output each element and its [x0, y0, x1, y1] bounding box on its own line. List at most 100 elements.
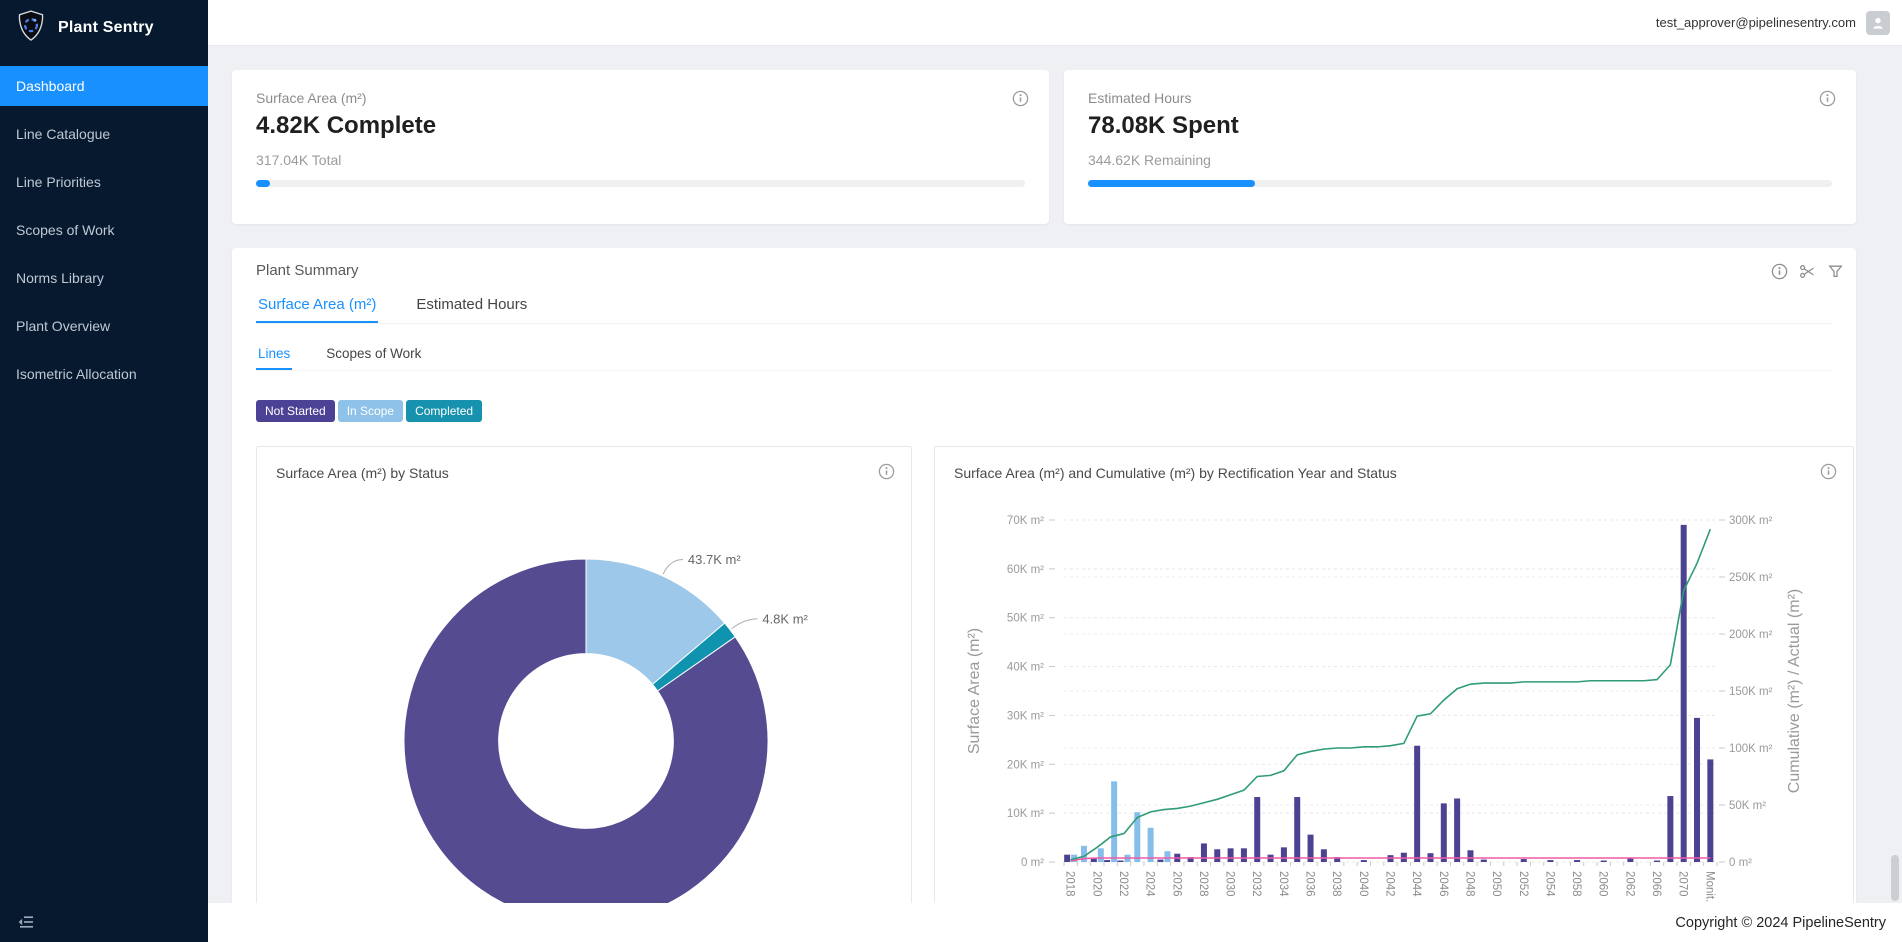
vertical-scrollbar[interactable] [1891, 855, 1899, 901]
sidebar-item-dashboard[interactable]: Dashboard [0, 66, 208, 106]
shield-icon [14, 8, 48, 49]
svg-text:2026: 2026 [1170, 871, 1182, 897]
page-footer: Copyright © 2024 PipelineSentry [208, 903, 1902, 942]
user-avatar-icon[interactable] [1866, 11, 1890, 35]
status-legend: Not Started In Scope Completed [256, 400, 482, 422]
svg-text:43.7K m²: 43.7K m² [688, 552, 741, 567]
svg-text:150K m²: 150K m² [1729, 686, 1773, 698]
progress-fill [256, 180, 270, 187]
sidebar-item-plant-overview[interactable]: Plant Overview [0, 306, 208, 346]
svg-text:2070: 2070 [1677, 871, 1689, 897]
card-subtext: 344.62K Remaining [1088, 152, 1211, 168]
combo-chart-card: Surface Area (m²) and Cumulative (m²) by… [934, 446, 1854, 903]
status-chip-completed[interactable]: Completed [406, 400, 482, 422]
svg-text:2038: 2038 [1330, 871, 1342, 897]
surface-area-cumulative-combo-chart[interactable]: 0 m² 10K m² 20K m² 30K m² 40K m² 50K m² 60K m²… [935, 447, 1853, 903]
scissors-icon[interactable] [1799, 263, 1816, 280]
svg-text:2062: 2062 [1623, 871, 1635, 897]
svg-text:0 m²: 0 m² [1021, 857, 1044, 869]
svg-text:2018: 2018 [1064, 871, 1076, 897]
chart-title: Surface Area (m²) and Cumulative (m²) by… [954, 465, 1397, 481]
app-title: Plant Sentry [58, 19, 154, 37]
card-label: Estimated Hours [1088, 90, 1191, 106]
svg-text:300K m²: 300K m² [1729, 515, 1773, 527]
filter-icon[interactable] [1827, 263, 1844, 280]
menu-fold-icon[interactable] [16, 912, 36, 932]
card-value: 4.82K Complete [256, 112, 436, 140]
card-subtext: 317.04K Total [256, 152, 341, 168]
svg-text:20K m²: 20K m² [1007, 759, 1044, 771]
svg-text:2060: 2060 [1597, 871, 1609, 897]
svg-text:2036: 2036 [1304, 871, 1316, 897]
progress-bar [256, 180, 1025, 187]
svg-text:2040: 2040 [1357, 871, 1369, 897]
svg-text:2022: 2022 [1117, 871, 1129, 897]
svg-text:2046: 2046 [1437, 871, 1449, 897]
surface-area-by-status-donut-chart[interactable]: 43.7K m² 4.8K m² [257, 447, 911, 903]
info-icon[interactable] [1012, 90, 1029, 107]
info-icon[interactable] [1819, 90, 1836, 107]
svg-text:2058: 2058 [1570, 871, 1582, 897]
card-value: 78.08K Spent [1088, 112, 1239, 140]
svg-text:60K m²: 60K m² [1007, 564, 1044, 576]
svg-text:2066: 2066 [1650, 871, 1662, 897]
svg-text:40K m²: 40K m² [1007, 662, 1044, 674]
svg-text:Monit...: Monit... [1703, 871, 1715, 903]
svg-text:2034: 2034 [1277, 871, 1289, 897]
sidebar-item-line-catalogue[interactable]: Line Catalogue [0, 114, 208, 154]
tab-surface-area[interactable]: Surface Area (m²) [256, 290, 378, 323]
card-label: Surface Area (m²) [256, 90, 366, 106]
measure-tabs: Surface Area (m²) Estimated Hours [256, 290, 1832, 324]
plant-summary-panel: Plant Summary Surface Area (m²) Estimate… [232, 248, 1856, 903]
sidebar-item-isometric-allocation[interactable]: Isometric Allocation [0, 354, 208, 394]
donut-chart-card: Surface Area (m²) by Status 43.7K m² 4.8K… [256, 446, 912, 903]
svg-text:2020: 2020 [1090, 871, 1102, 897]
scope-subtabs: Lines Scopes of Work [256, 342, 1832, 371]
sidebar-item-scopes-of-work[interactable]: Scopes of Work [0, 210, 208, 250]
info-icon[interactable] [1771, 263, 1788, 280]
svg-text:10K m²: 10K m² [1007, 808, 1044, 820]
svg-text:2044: 2044 [1410, 871, 1422, 897]
copyright-text: Copyright © 2024 PipelineSentry [1675, 915, 1886, 931]
svg-text:4.8K m²: 4.8K m² [762, 611, 808, 626]
app-logo: Plant Sentry [0, 0, 208, 56]
svg-text:100K m²: 100K m² [1729, 743, 1773, 755]
topbar: test_approver@pipelinesentry.com [208, 0, 1902, 46]
progress-fill [1088, 180, 1255, 187]
subtab-lines[interactable]: Lines [256, 342, 292, 370]
progress-bar [1088, 180, 1832, 187]
svg-text:50K m²: 50K m² [1007, 613, 1044, 625]
status-chip-in-scope[interactable]: In Scope [338, 400, 403, 422]
info-icon[interactable] [878, 463, 895, 480]
svg-text:Cumulative (m²) / Actual (m²): Cumulative (m²) / Actual (m²) [1786, 589, 1803, 793]
svg-text:200K m²: 200K m² [1729, 629, 1773, 641]
svg-text:2030: 2030 [1224, 871, 1236, 897]
estimated-hours-summary-card: Estimated Hours 78.08K Spent 344.62K Rem… [1064, 70, 1856, 224]
subtab-scopes-of-work[interactable]: Scopes of Work [324, 342, 423, 370]
svg-text:2048: 2048 [1463, 871, 1475, 897]
status-chip-not-started[interactable]: Not Started [256, 400, 335, 422]
svg-text:0 m²: 0 m² [1729, 857, 1752, 869]
info-icon[interactable] [1820, 463, 1837, 480]
sidebar-item-line-priorities[interactable]: Line Priorities [0, 162, 208, 202]
sidebar: Plant Sentry Dashboard Line Catalogue Li… [0, 0, 208, 942]
svg-text:50K m²: 50K m² [1729, 800, 1766, 812]
svg-text:30K m²: 30K m² [1007, 710, 1044, 722]
chart-title: Surface Area (m²) by Status [276, 465, 449, 481]
user-email[interactable]: test_approver@pipelinesentry.com [1656, 15, 1856, 30]
svg-text:70K m²: 70K m² [1007, 515, 1044, 527]
svg-text:250K m²: 250K m² [1729, 572, 1773, 584]
svg-text:2032: 2032 [1250, 871, 1262, 897]
tab-estimated-hours[interactable]: Estimated Hours [414, 290, 529, 323]
svg-text:Surface Area (m²): Surface Area (m²) [966, 628, 983, 754]
surface-area-summary-card: Surface Area (m²) 4.82K Complete 317.04K… [232, 70, 1049, 224]
svg-text:2052: 2052 [1517, 871, 1529, 897]
svg-text:2028: 2028 [1197, 871, 1209, 897]
panel-title: Plant Summary [256, 262, 359, 279]
svg-text:2042: 2042 [1384, 871, 1396, 897]
main-content: Surface Area (m²) 4.82K Complete 317.04K… [208, 46, 1902, 903]
sidebar-item-norms-library[interactable]: Norms Library [0, 258, 208, 298]
svg-text:2024: 2024 [1144, 871, 1156, 897]
svg-text:2050: 2050 [1490, 871, 1502, 897]
sidebar-menu: Dashboard Line Catalogue Line Priorities… [0, 66, 208, 394]
